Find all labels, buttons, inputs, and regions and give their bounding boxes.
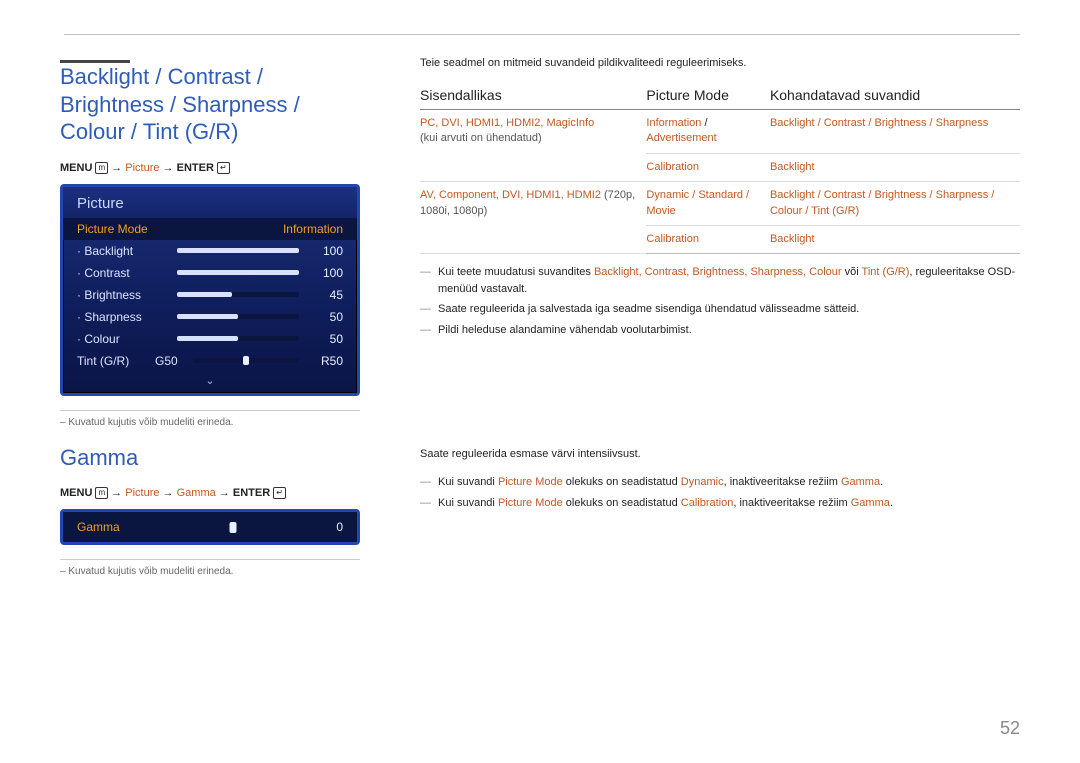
- mode: Dynamic / Standard / Movie: [646, 189, 749, 216]
- enter-icon: ↵: [273, 487, 286, 499]
- path-menu-kw: MENU: [60, 487, 92, 499]
- path-menu-kw: MENU: [60, 162, 92, 174]
- options-list: Backlight / Contrast / Brightness / Shar…: [770, 117, 988, 129]
- col-header-picture-mode: Picture Mode: [646, 83, 770, 110]
- source-sub: (kui arvuti on ühendatud): [420, 132, 542, 144]
- osd-item-label: Tint (G/R): [77, 354, 147, 368]
- mode-b: Advertisement: [646, 132, 716, 144]
- slider-bar[interactable]: [177, 248, 299, 253]
- gamma-notes-list: Kui suvandi Picture Mode olekuks on sead…: [420, 474, 1020, 511]
- mode: Calibration: [646, 233, 699, 245]
- osd-item-brightness[interactable]: Brightness 45: [63, 284, 357, 306]
- osd-picture-menu: Picture Picture Mode Information Backlig…: [60, 184, 360, 396]
- tint-right-value: R50: [307, 354, 343, 368]
- slider-bar[interactable]: [177, 314, 299, 319]
- manual-page: Backlight / Contrast / Brightness / Shar…: [0, 0, 1080, 763]
- path-picture: Picture: [125, 487, 159, 499]
- note-item: Kui suvandi Picture Mode olekuks on sead…: [420, 495, 1020, 512]
- source-list: PC, DVI, HDMI1, HDMI2, MagicInfo: [420, 117, 594, 129]
- header-accent: [60, 60, 130, 63]
- osd-item-label: Gamma: [77, 520, 147, 534]
- menu-icon: m: [95, 162, 108, 174]
- osd-picture-mode-value: Information: [283, 222, 343, 236]
- source-list: AV, Component, DVI, HDMI1, HDMI2: [420, 189, 601, 201]
- osd-title: Picture: [63, 187, 357, 218]
- mode-a: Information: [646, 117, 701, 129]
- osd-picture-mode-label: Picture Mode: [77, 222, 148, 236]
- tint-slider[interactable]: [193, 358, 299, 363]
- tint-left-value: G50: [155, 354, 185, 368]
- osd-item-tint[interactable]: Tint (G/R) G50 R50: [63, 350, 357, 372]
- osd-item-value: 50: [307, 310, 343, 324]
- osd-item-label: Brightness: [77, 288, 169, 302]
- osd-item-contrast[interactable]: Contrast 100: [63, 262, 357, 284]
- menu-path-picture: MENU m → Picture → ENTER ↵: [60, 162, 360, 174]
- right-column: Teie seadmel on mitmeid suvandeid pildik…: [420, 57, 1020, 593]
- path-enter-kw: ENTER: [177, 162, 214, 174]
- menu-path-gamma: MENU m → Picture → Gamma → ENTER ↵: [60, 487, 360, 499]
- osd-item-sharpness[interactable]: Sharpness 50: [63, 306, 357, 328]
- osd-item-value: 45: [307, 288, 343, 302]
- enter-icon: ↵: [217, 162, 230, 174]
- note-item: Saate reguleerida ja salvestada iga sead…: [420, 301, 1020, 318]
- options-list: Backlight: [770, 233, 815, 245]
- osd-item-label: Sharpness: [77, 310, 169, 324]
- divider: [60, 410, 360, 411]
- divider: [60, 559, 360, 560]
- note-item: Pildi heleduse alandamine vähendab voolu…: [420, 322, 1020, 339]
- section-title-picture: Backlight / Contrast / Brightness / Shar…: [60, 63, 360, 146]
- path-picture: Picture: [125, 162, 159, 174]
- path-gamma: Gamma: [177, 487, 216, 499]
- options-list: Backlight / Contrast / Brightness / Shar…: [770, 189, 994, 216]
- osd-item-label: Contrast: [77, 266, 169, 280]
- notes-list: Kui teete muudatusi suvandites Backlight…: [420, 264, 1020, 338]
- table-row: PC, DVI, HDMI1, HDMI2, MagicInfo (kui ar…: [420, 110, 1020, 154]
- footnote-gamma: Kuvatud kujutis võib mudeliti erineda.: [60, 566, 360, 577]
- intro-text: Teie seadmel on mitmeid suvandeid pildik…: [420, 57, 1020, 69]
- table-row: AV, Component, DVI, HDMI1, HDMI2 (720p, …: [420, 182, 1020, 226]
- osd-item-label: Backlight: [77, 244, 169, 258]
- options-list: Backlight: [770, 161, 815, 173]
- osd-item-backlight[interactable]: Backlight 100: [63, 240, 357, 262]
- col-header-source: Sisendallikas: [420, 83, 646, 110]
- header-rule: [64, 34, 1020, 35]
- note-item: Kui suvandi Picture Mode olekuks on sead…: [420, 474, 1020, 491]
- chevron-down-icon[interactable]: ⌄: [63, 372, 357, 393]
- section-title-gamma: Gamma: [60, 444, 360, 472]
- slider-bar[interactable]: [157, 525, 309, 530]
- slider-bar[interactable]: [177, 270, 299, 275]
- osd-gamma-menu: Gamma 0: [60, 509, 360, 545]
- osd-item-value: 0: [319, 520, 343, 534]
- col-header-options: Kohandatavad suvandid: [770, 83, 1020, 110]
- gamma-intro: Saate reguleerida esmase värvi intensiiv…: [420, 448, 1020, 460]
- left-column: Backlight / Contrast / Brightness / Shar…: [60, 57, 360, 593]
- menu-icon: m: [95, 487, 108, 499]
- path-enter-kw: ENTER: [233, 487, 270, 499]
- osd-header-row[interactable]: Picture Mode Information: [63, 218, 357, 240]
- footnote-picture: Kuvatud kujutis võib mudeliti erineda.: [60, 417, 360, 428]
- osd-item-value: 50: [307, 332, 343, 346]
- note-item: Kui teete muudatusi suvandites Backlight…: [420, 264, 1020, 297]
- osd-item-colour[interactable]: Colour 50: [63, 328, 357, 350]
- gamma-description: Saate reguleerida esmase värvi intensiiv…: [420, 448, 1020, 511]
- osd-item-value: 100: [307, 244, 343, 258]
- mode: Calibration: [646, 161, 699, 173]
- spec-table: Sisendallikas Picture Mode Kohandatavad …: [420, 83, 1020, 254]
- osd-item-gamma[interactable]: Gamma 0: [63, 512, 357, 542]
- page-number: 52: [1000, 718, 1020, 739]
- slider-bar[interactable]: [177, 292, 299, 297]
- osd-item-label: Colour: [77, 332, 169, 346]
- osd-item-value: 100: [307, 266, 343, 280]
- slider-bar[interactable]: [177, 336, 299, 341]
